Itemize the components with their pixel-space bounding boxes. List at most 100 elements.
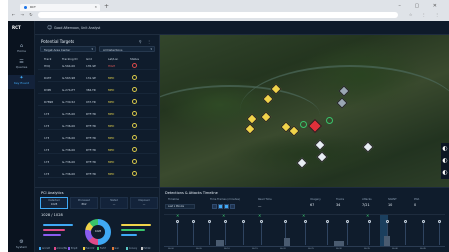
col-header[interactable]: Track — [44, 57, 51, 61]
table-row[interactable]: 173 G-736-00 DTF-TR MED — [38, 134, 157, 142]
kpi-tab[interactable]: Processed 862 — [70, 197, 98, 209]
timeline-event-node[interactable] — [422, 220, 425, 223]
kpi-tab[interactable]: Detected 1028 — [40, 197, 68, 209]
table-cell: G-736-00 — [62, 160, 76, 164]
panel-actions[interactable]: ⚲ ⋮ — [139, 39, 153, 44]
attack-marker-icon[interactable]: ✕ — [258, 213, 261, 218]
timeline-event-node[interactable] — [208, 220, 211, 223]
legend-item[interactable]: Fortif — [97, 247, 106, 250]
timeline-bar[interactable] — [216, 240, 224, 246]
frame-option[interactable] — [230, 204, 235, 209]
timeline-event-node[interactable] — [284, 220, 287, 223]
table-row[interactable]: R3P0 G-274-PT 384-TR MED — [38, 86, 157, 94]
col-header[interactable]: Tracking ID — [62, 57, 78, 61]
zoom-in-icon[interactable]: ◐ — [441, 143, 449, 155]
timeline-event-node[interactable] — [346, 220, 349, 223]
table-cell: MED — [108, 172, 115, 176]
category-bar — [43, 234, 61, 236]
detections-select[interactable]: All Detections ▾ — [99, 46, 155, 52]
col-header[interactable]: Status — [130, 57, 139, 61]
area-select-value: Target Area Center — [44, 48, 71, 52]
timeline-event-node[interactable] — [304, 220, 307, 223]
timeline-bar[interactable] — [334, 241, 344, 246]
attack-marker-icon[interactable]: ✕ — [302, 213, 305, 218]
table-row[interactable]: 173 G-736-00 DTF-TR MED — [38, 170, 157, 178]
timeline-event-node[interactable] — [438, 220, 441, 223]
rail-item-system[interactable]: ⚙ System — [8, 239, 35, 249]
range-select[interactable]: Last x Minute — [165, 204, 195, 209]
timeline-event-node[interactable] — [224, 220, 227, 223]
table-cell: 173 — [44, 124, 50, 128]
table-row[interactable]: 173 G-736-00 DTF-TR MED — [38, 122, 157, 130]
table-cell: MED — [108, 136, 115, 140]
nav-buttons[interactable]: ← → ↻ — [12, 12, 35, 17]
kpi-tab[interactable]: Disposed — — [130, 197, 158, 209]
attack-marker-icon[interactable]: ✕ — [366, 213, 369, 218]
frame-option[interactable] — [224, 204, 229, 209]
legend-item[interactable]: Aircraft — [39, 247, 50, 250]
legend-item[interactable]: ExtrGt — [140, 247, 151, 250]
timeline-line — [261, 221, 262, 245]
timeline-chart[interactable]: ✕ ✕ ✕ ✕ ✕ 06:00 06:05 06:10 06:15 06:20 06:25 06:30… — [164, 213, 445, 250]
new-tab-button[interactable]: + — [104, 3, 109, 10]
layers-icon[interactable]: ◐ — [441, 155, 449, 167]
kpi-label: Detected — [48, 199, 60, 202]
rail-item-home[interactable]: ⌂ Home — [8, 43, 35, 57]
table-cell: R3P0 — [44, 88, 52, 92]
timeline-event-node[interactable] — [404, 220, 407, 223]
pci-analytics-panel: PCI Analytics Detected 1028 Processed 862 St… — [35, 187, 160, 252]
timeline-line — [225, 221, 226, 245]
legend-item[interactable]: Field Ctr — [82, 247, 95, 250]
table-row[interactable]: R43T G-563-98 131-SE MED — [38, 74, 157, 82]
table-cell: 173 — [44, 136, 50, 140]
timeline-bar[interactable] — [384, 236, 390, 246]
timeline-event-node[interactable] — [326, 220, 329, 223]
timeline-line — [439, 221, 440, 245]
timeline-event-node[interactable] — [176, 220, 179, 223]
category-legend: Aircraft Armor/BG Emplt Field Ctr Fortif Gun C… — [39, 247, 157, 252]
table-row[interactable]: 173 G-736-00 DTF-TR MED — [38, 146, 157, 154]
legend-item[interactable]: Gun — [111, 247, 119, 250]
table-cell: G-274-PT — [62, 88, 75, 92]
status-ring-icon — [132, 111, 137, 116]
frame-option[interactable] — [218, 204, 223, 209]
table-row[interactable]: 173 G-735-00 DTF-TR MED — [38, 110, 157, 118]
user-icon[interactable]: ☺ — [47, 25, 52, 31]
timeline-event-node[interactable] — [368, 220, 371, 223]
ring-marker[interactable] — [326, 117, 333, 124]
window-controls[interactable]: – ▢ ✕ — [398, 3, 443, 9]
timeline-bar[interactable] — [284, 238, 290, 246]
zoom-out-icon[interactable]: ◐ — [441, 167, 449, 179]
timeline-event-node[interactable] — [242, 220, 245, 223]
table-row[interactable]: HVQ G-564-00 135-SE HIGH — [38, 62, 157, 70]
track-marker[interactable] — [296, 157, 308, 169]
col-header[interactable]: Grid — [86, 57, 92, 61]
table-row[interactable]: 173 G-736-00 DTF-TR MED — [38, 158, 157, 166]
timeline-event-node[interactable] — [386, 220, 389, 223]
rail-item-queries[interactable]: ☰ Queries — [8, 59, 35, 73]
zoom-controls[interactable]: ◐ ◐ ◐ — [441, 143, 449, 179]
timeline-event-node[interactable] — [260, 220, 263, 223]
legend-item[interactable]: Armor/BG — [53, 247, 67, 250]
legend-item[interactable]: Emplt — [68, 247, 77, 250]
browser-tab[interactable]: RCT ✕ — [20, 4, 100, 11]
satellite-map[interactable]: ◐ ◐ ◐ — [160, 35, 449, 187]
rail-item-key-event[interactable]: ✦ Key Event — [8, 75, 35, 89]
timeline-event-node[interactable] — [192, 220, 195, 223]
kpi-tab[interactable]: Stated — — [100, 197, 128, 209]
address-bar[interactable] — [38, 12, 398, 18]
frame-option[interactable] — [212, 204, 217, 209]
close-tab-icon[interactable]: ✕ — [94, 5, 97, 9]
browser-tools[interactable]: ☆ ⋮ ⋮ — [409, 12, 443, 17]
area-select[interactable]: Target Area Center ▾ — [40, 46, 96, 52]
attack-marker-icon[interactable]: ✕ — [222, 213, 225, 218]
table-row[interactable]: R7898 G-730-52 037-TR MED — [38, 98, 157, 106]
legend-item[interactable]: Convoy — [126, 247, 137, 250]
stat-value: 0 — [414, 203, 417, 207]
attack-marker-icon[interactable]: ✕ — [176, 213, 179, 218]
table-cell: 173 — [44, 148, 50, 152]
ring-marker[interactable] — [300, 121, 307, 128]
timeline-tick-label: 06:40 — [392, 248, 398, 250]
col-header[interactable]: Lat/Lon — [108, 57, 118, 61]
browser-window: RCT ✕ + – ▢ ✕ ← → ↻ ☆ ⋮ ⋮ RCT ⌂ Home ☰ Q… — [8, 0, 449, 252]
